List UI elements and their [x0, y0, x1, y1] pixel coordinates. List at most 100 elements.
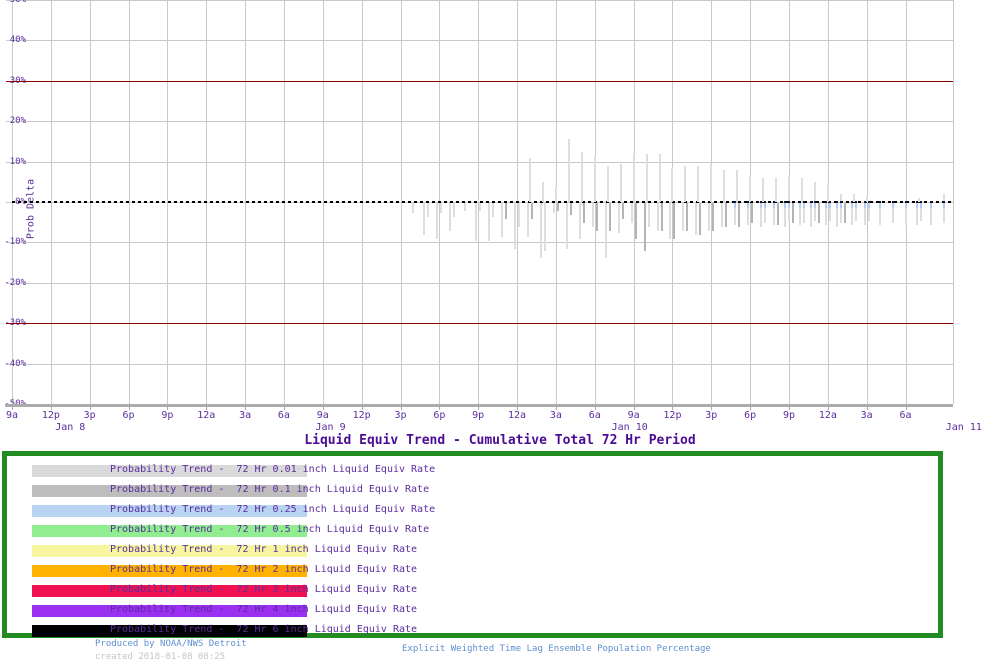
grid-hline: [6, 161, 953, 163]
x-tick-label: 9p: [161, 410, 174, 421]
trend-bar-down: [708, 203, 711, 232]
trend-bar-down: [556, 203, 559, 212]
trend-bar-down: [440, 203, 443, 214]
footer-method-label: Explicit Weighted Time Lag Ensemble Popu…: [402, 644, 711, 654]
y-tick-label: 40%: [9, 35, 26, 46]
trend-bar-segment-lg: [798, 208, 801, 226]
trend-bar-down: [591, 203, 594, 228]
plot-area: Prob Delta 9a 12p 3p 6p 9p 12a 3a 6a 9a 12p 3p 6p 9p…: [0, 0, 1000, 450]
reference-line-red: [6, 323, 953, 325]
x-tick-label: 3a: [860, 410, 873, 421]
x-tick-label: 6p: [122, 410, 135, 421]
trend-bar-up: [775, 177, 778, 202]
trend-bar-segment-lg: [760, 208, 763, 228]
trend-bar-down: [543, 203, 546, 252]
trend-bar-segment-lg: [813, 208, 816, 222]
trend-bar-down: [527, 203, 529, 238]
trend-bar-segment-lg: [835, 208, 838, 228]
trend-bar-down: [647, 203, 650, 228]
trend-bar-down: [423, 203, 426, 236]
trend-bar-down: [817, 203, 820, 224]
footer-created-timestamp: created 2018-01-08 08:25: [95, 652, 226, 662]
trend-bar-segment-lg: [747, 208, 750, 226]
x-tick-label: 12a: [508, 410, 527, 421]
x-date-label: Jan 10: [611, 422, 648, 433]
legend-label: Probability Trend - 72 Hr 6 inch Liquid …: [110, 624, 418, 635]
legend-label: Probability Trend - 72 Hr 3 inch Liquid …: [110, 584, 418, 595]
legend-row: Probability Trend - 72 Hr 2 inch Liquid …: [7, 562, 507, 582]
trend-bar-up: [710, 163, 713, 202]
trend-bar-down: [453, 203, 456, 218]
grid-hline: [6, 40, 953, 42]
trend-bar-down: [643, 203, 646, 252]
trend-bar-up: [645, 153, 648, 202]
legend-box: Probability Trend - 72 Hr 0.01 inch Liqu…: [2, 451, 943, 638]
trend-bar-up: [813, 181, 816, 202]
trend-bar-down: [721, 203, 724, 228]
trend-bar-down: [412, 203, 415, 214]
legend-label: Probability Trend - 72 Hr 1 inch Liquid …: [110, 544, 418, 555]
x-tick-label: 3a: [549, 410, 562, 421]
legend-label: Probability Trend - 72 Hr 0.1 inch Liqui…: [110, 484, 430, 495]
trend-bar-up: [606, 165, 609, 202]
trend-bar-down: [552, 203, 555, 214]
trend-bar-segment-lg: [773, 208, 776, 226]
trend-bar-down: [475, 203, 478, 242]
trend-bar-down: [531, 203, 533, 220]
grid-hline: [6, 242, 953, 244]
trend-bar-segment-lg: [734, 208, 737, 226]
trend-bar-down: [712, 203, 715, 232]
trend-bar-down: [617, 203, 620, 234]
reference-line-red: [6, 80, 953, 82]
legend-label: Probability Trend - 72 Hr 0.5 inch Liqui…: [110, 524, 430, 535]
y-tick-label: 10%: [9, 156, 26, 167]
trend-bar-down: [660, 203, 663, 232]
trend-bar-down: [578, 203, 581, 240]
weather-trend-graphic: Prob Delta 9a 12p 3p 6p 9p 12a 3a 6a 9a 12p 3p 6p 9p…: [0, 0, 1000, 670]
trend-bar-down: [514, 203, 517, 250]
trend-bar-down: [436, 203, 439, 240]
trend-bar-down: [492, 203, 495, 218]
trend-bar-down: [582, 203, 585, 224]
trend-bar-segment-lg: [824, 208, 827, 226]
grid-hline: [6, 282, 953, 284]
x-tick-label: 6a: [899, 410, 912, 421]
x-tick-label: 9p: [472, 410, 485, 421]
trend-bar-up: [593, 155, 596, 202]
legend-label: Probability Trend - 72 Hr 4 inch Liquid …: [110, 604, 418, 615]
x-tick-label: 3p: [394, 410, 407, 421]
trend-bar-up: [697, 165, 700, 202]
legend-row: Probability Trend - 72 Hr 0.1 inch Liqui…: [7, 482, 507, 502]
footer-produced-by: Produced by NOAA/NWS Detroit: [95, 639, 247, 649]
x-tick-label: 6p: [744, 410, 757, 421]
legend-row: Probability Trend - 72 Hr 4 inch Liquid …: [7, 602, 507, 622]
x-tick-label: 9p: [782, 410, 796, 421]
legend-row: Probability Trend - 72 Hr 6 inch Liquid …: [7, 622, 507, 642]
trend-bar-down: [464, 203, 467, 212]
trend-bar-down: [699, 203, 702, 236]
trend-bar-down: [634, 203, 637, 240]
x-tick-label: 12p: [41, 410, 60, 421]
trend-bar-up: [684, 165, 687, 202]
x-tick-label: 9a: [5, 410, 19, 421]
legend-row: Probability Trend - 72 Hr 0.25 inch Liqu…: [7, 502, 507, 522]
trend-bar-segment-lg: [854, 208, 857, 222]
trend-bar-down: [751, 203, 754, 224]
trend-bar-up: [788, 175, 790, 202]
trend-bar-up: [554, 185, 557, 202]
grid-hline: [6, 121, 953, 123]
trend-bar-down: [539, 203, 542, 258]
trend-bar-down: [427, 203, 430, 218]
trend-bar-up: [762, 177, 765, 202]
legend-label: Probability Trend - 72 Hr 2 inch Liquid …: [110, 564, 418, 575]
trend-bar-down: [738, 203, 741, 228]
trend-bar-up: [800, 177, 803, 202]
x-date-label: Jan 9: [315, 422, 346, 433]
trend-bar-segment-lg: [788, 208, 790, 222]
trend-bar-segment-lg: [943, 208, 946, 224]
trend-bar-down: [569, 203, 572, 216]
trend-bar-segment-lg: [839, 208, 842, 224]
trend-bar-down: [518, 203, 521, 228]
trend-bar-up: [723, 169, 726, 202]
x-tick-label: 12p: [352, 410, 371, 421]
